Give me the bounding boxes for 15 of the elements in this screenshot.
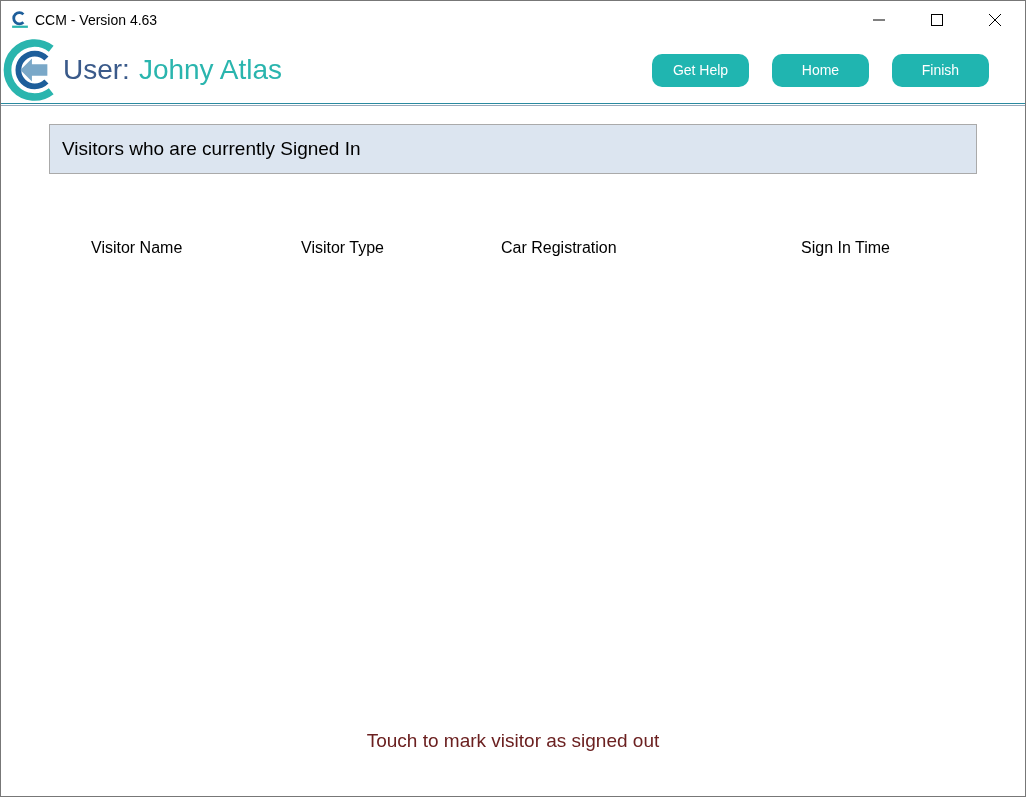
column-header: Visitor Type	[301, 239, 385, 257]
app-logo-icon	[11, 11, 29, 29]
column-header: Visitor Name	[91, 239, 184, 257]
window-title: CCM - Version 4.63	[35, 12, 158, 28]
footer-hint: Touch to mark visitor as signed out	[365, 730, 661, 752]
header-button[interactable]: Finish	[892, 53, 989, 87]
close-icon[interactable]	[989, 14, 1001, 26]
header-button[interactable]: Home	[772, 53, 869, 87]
column-header: Car Registration	[501, 239, 618, 257]
column-header: Sign In Time	[801, 239, 891, 257]
user-label: User:	[63, 54, 130, 86]
user-name: Johny Atlas	[138, 54, 283, 86]
header-button[interactable]: Get Help	[652, 53, 749, 87]
section-heading-panel: Visitors who are currently Signed In	[49, 124, 977, 174]
maximize-icon[interactable]	[931, 14, 943, 26]
